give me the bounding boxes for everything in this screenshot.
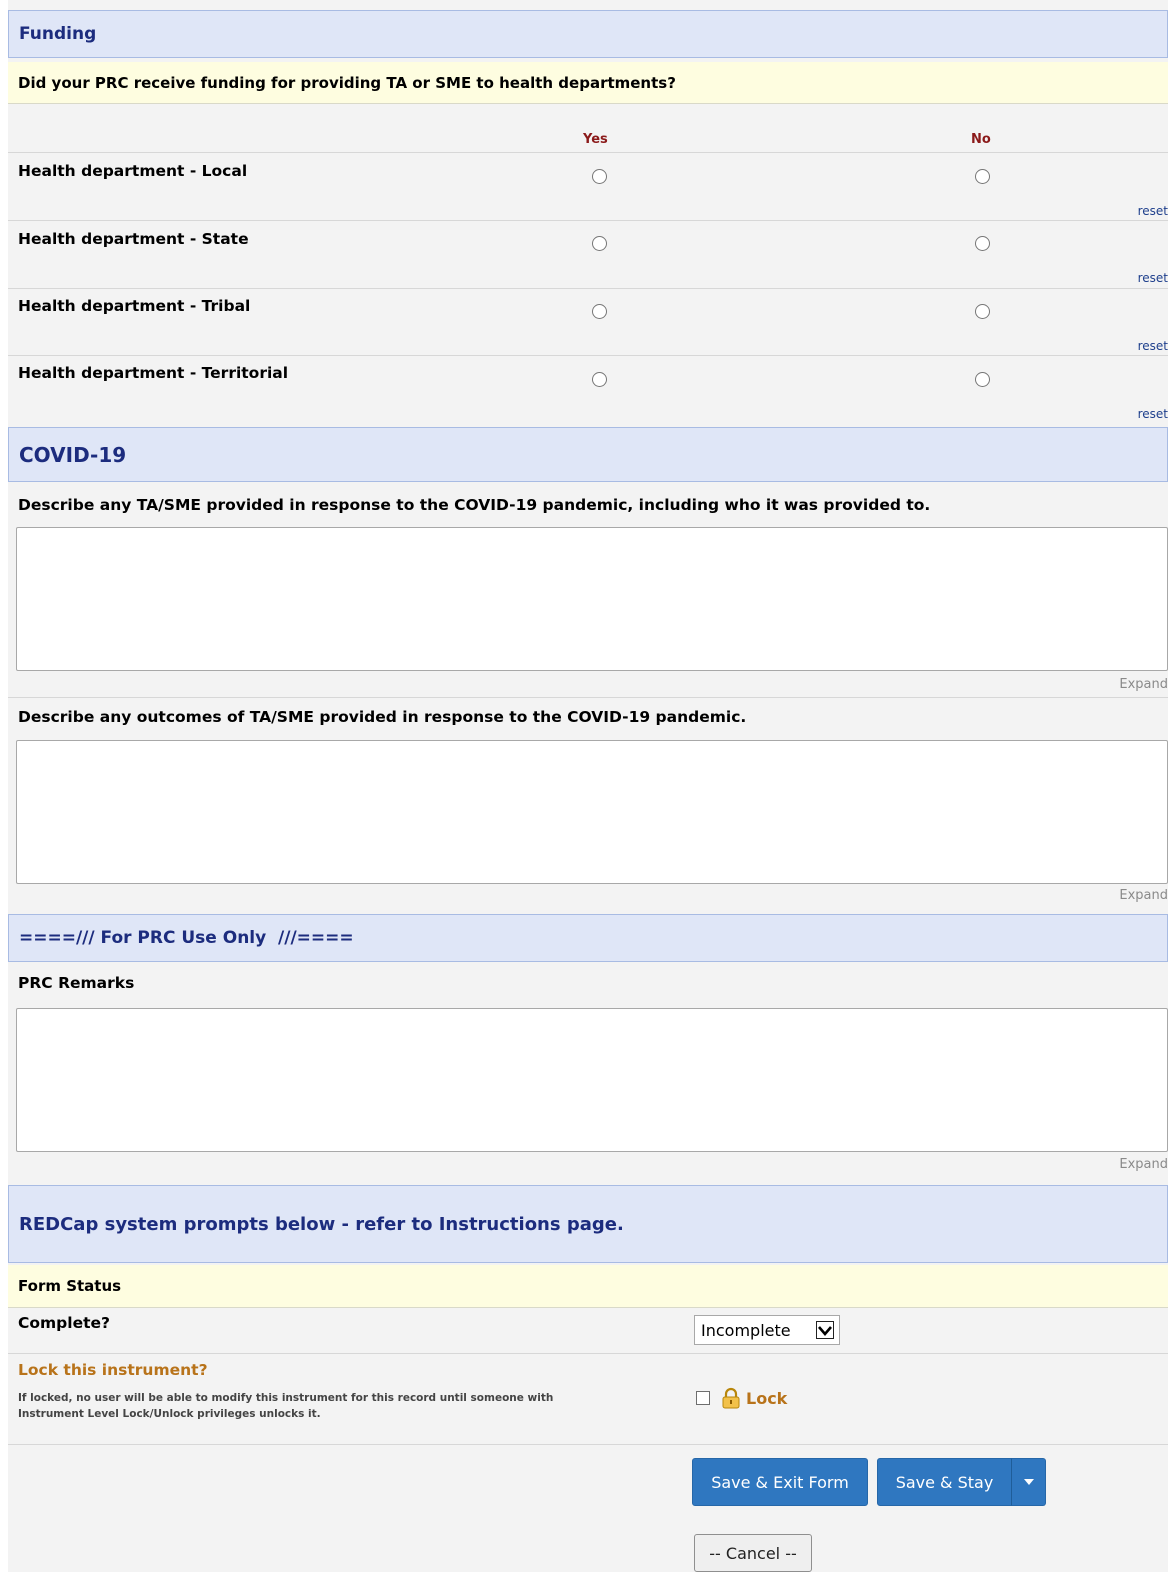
reset-link[interactable]: reset [1138, 339, 1168, 353]
complete-select-value: Incomplete [701, 1320, 791, 1340]
section-header-system: REDCap system prompts below - refer to I… [8, 1185, 1168, 1263]
field-lock: Lock this instrument? If locked, no user… [8, 1354, 1168, 1445]
radio-local-no[interactable] [975, 169, 990, 184]
save-options-dropdown[interactable] [1011, 1458, 1046, 1506]
matrix-row-state: Health department - State reset [8, 221, 1168, 289]
covid-outcomes-textarea[interactable] [16, 740, 1168, 884]
expand-link[interactable]: Expand [1119, 677, 1168, 692]
radio-tribal-yes[interactable] [592, 304, 607, 319]
section-title: ====/// For PRC Use Only ///==== [19, 928, 354, 948]
complete-select[interactable]: Incomplete [694, 1315, 840, 1345]
chevron-down-icon [816, 1321, 834, 1339]
row-label: Health department - State [18, 230, 249, 248]
field-covid-ta: Describe any TA/SME provided in response… [8, 482, 1168, 698]
lock-description: Instrument Level Lock/Unlock privileges … [18, 1408, 321, 1420]
section-title: Funding [19, 24, 97, 44]
question-header-form-status: Form Status [8, 1265, 1168, 1308]
matrix-row-local: Health department - Local reset [8, 153, 1168, 221]
section-header-funding: Funding [8, 10, 1168, 58]
reset-link[interactable]: reset [1138, 271, 1168, 285]
lock-description: If locked, no user will be able to modif… [18, 1392, 554, 1404]
field-label: Describe any TA/SME provided in response… [18, 496, 931, 514]
row-label: Health department - Tribal [18, 297, 251, 315]
field-complete: Complete? Incomplete [8, 1308, 1168, 1354]
section-title: REDCap system prompts below - refer to I… [19, 1213, 624, 1235]
question-text: Did your PRC receive funding for providi… [18, 73, 676, 92]
lock-label: Lock this instrument? [18, 1361, 208, 1379]
prc-remarks-textarea[interactable] [16, 1008, 1168, 1152]
covid-ta-textarea[interactable] [16, 527, 1168, 671]
field-covid-outcomes: Describe any outcomes of TA/SME provided… [8, 698, 1168, 911]
column-header-no: No [971, 132, 991, 147]
section-header-covid: COVID-19 [8, 427, 1168, 482]
cancel-button[interactable]: -- Cancel -- [694, 1534, 812, 1572]
section-header-prc: ====/// For PRC Use Only ///==== [8, 914, 1168, 962]
radio-tribal-no[interactable] [975, 304, 990, 319]
column-header-yes: Yes [583, 132, 608, 147]
radio-state-yes[interactable] [592, 236, 607, 251]
save-stay-label: Save & Stay [895, 1472, 994, 1492]
field-label: Describe any outcomes of TA/SME provided… [18, 708, 747, 726]
radio-local-yes[interactable] [592, 169, 607, 184]
save-exit-button[interactable]: Save & Exit Form [692, 1458, 868, 1506]
cancel-label: -- Cancel -- [709, 1543, 797, 1563]
question-text: Form Status [18, 1277, 122, 1295]
form-page: Funding Did your PRC receive funding for… [8, 0, 1168, 1572]
expand-link[interactable]: Expand [1119, 1157, 1168, 1172]
row-label: Health department - Local [18, 162, 248, 180]
field-label: PRC Remarks [18, 974, 135, 992]
radio-state-no[interactable] [975, 236, 990, 251]
lock-checkbox-label: Lock [746, 1389, 788, 1408]
lock-icon [720, 1387, 742, 1413]
matrix-header-row: Yes No [8, 104, 1168, 153]
field-label: Complete? [18, 1314, 111, 1332]
save-stay-button[interactable]: Save & Stay [877, 1458, 1012, 1506]
matrix-row-territorial: Health department - Territorial reset [8, 356, 1168, 423]
radio-territorial-yes[interactable] [592, 372, 607, 387]
expand-link[interactable]: Expand [1119, 888, 1168, 903]
field-prc-remarks: PRC Remarks Expand [8, 962, 1168, 1180]
reset-link[interactable]: reset [1138, 407, 1168, 421]
question-header-funding: Did your PRC receive funding for providi… [8, 62, 1168, 104]
matrix-row-tribal: Health department - Tribal reset [8, 289, 1168, 356]
caret-down-icon [1023, 1479, 1034, 1485]
lock-checkbox[interactable] [696, 1391, 710, 1405]
section-title: COVID-19 [19, 442, 127, 467]
row-label: Health department - Territorial [18, 364, 289, 382]
reset-link[interactable]: reset [1138, 204, 1168, 218]
radio-territorial-no[interactable] [975, 372, 990, 387]
save-exit-label: Save & Exit Form [711, 1472, 849, 1492]
